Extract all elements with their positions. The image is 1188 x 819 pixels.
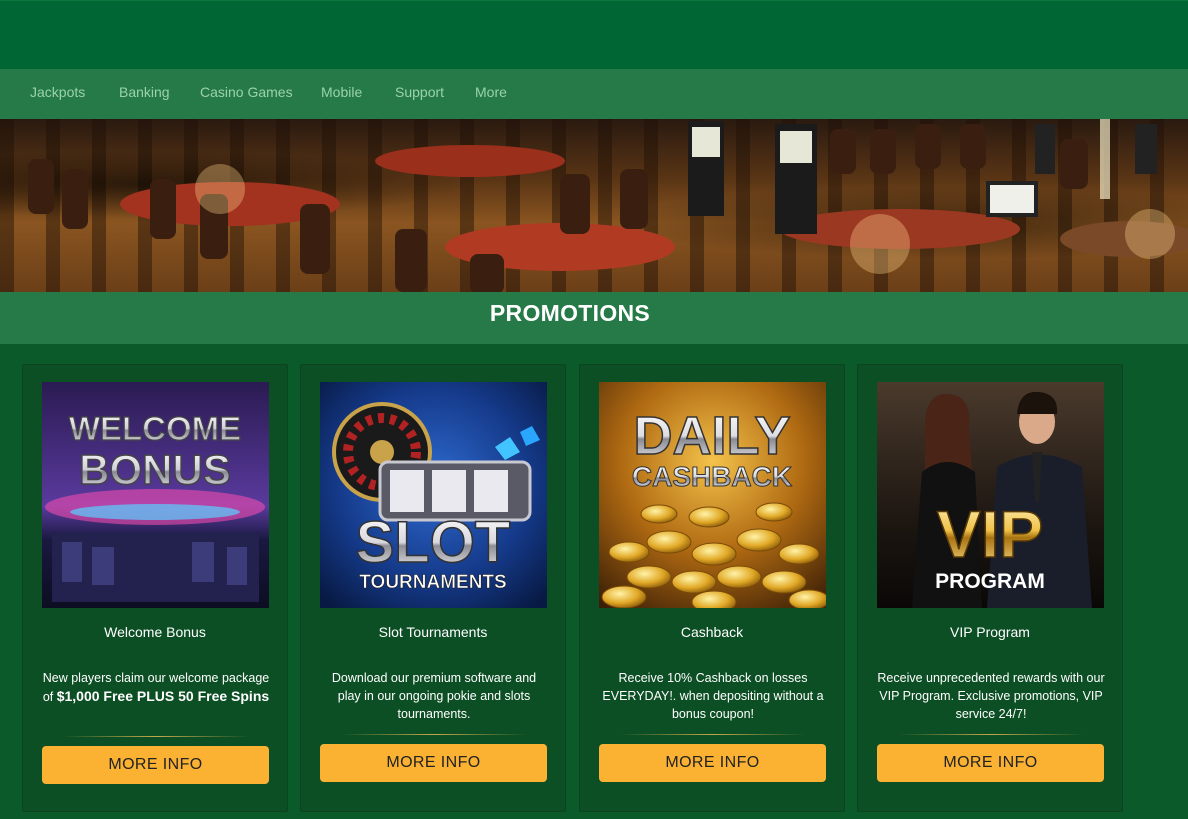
more-info-button[interactable]: MORE INFO — [42, 746, 269, 784]
card-description: Receive unprecedented rewards with our V… — [877, 671, 1105, 721]
slot-tournaments-image[interactable]: SLOT TOURNAMENTS — [320, 382, 547, 608]
top-header-bar — [0, 0, 1188, 69]
card-title: Welcome Bonus — [104, 624, 206, 640]
more-info-button[interactable]: MORE INFO — [320, 744, 547, 782]
nav-item-more[interactable]: More — [475, 69, 507, 119]
slot-tournaments-image-line1: SLOT — [356, 510, 511, 575]
nav-item-support[interactable]: Support — [395, 69, 444, 119]
card-title: Slot Tournaments — [378, 624, 488, 640]
card-title: Cashback — [680, 624, 744, 640]
welcome-bonus-image-line1: WELCOME — [69, 410, 241, 447]
card-divider — [341, 734, 527, 735]
card-title: VIP Program — [950, 624, 1030, 640]
card-description: New players claim our welcome package of… — [41, 669, 271, 706]
welcome-bonus-image[interactable]: WELCOME BONUS — [42, 382, 269, 608]
promo-card-vip-program: VIP PROGRAM VIP Program Receive unpreced… — [857, 364, 1123, 812]
card-divider — [620, 734, 806, 735]
daily-cashback-image-line2: CASHBACK — [632, 461, 792, 492]
main-nav: Jackpots Banking Casino Games Mobile Sup… — [0, 69, 1188, 119]
nav-item-casino-games[interactable]: Casino Games — [200, 69, 293, 119]
vip-program-image-line1: VIP — [937, 497, 1043, 571]
card-divider — [63, 736, 249, 737]
card-description: Download our premium software and play i… — [331, 671, 537, 721]
nav-item-banking[interactable]: Banking — [119, 69, 170, 119]
daily-cashback-image-line1: DAILY — [633, 406, 790, 466]
promotions-header: PROMOTIONS — [0, 292, 1188, 344]
welcome-bonus-image-line2: BONUS — [79, 446, 231, 493]
nav-item-jackpots[interactable]: Jackpots — [30, 69, 85, 119]
more-info-button[interactable]: MORE INFO — [599, 744, 826, 782]
vip-program-image-line2: PROGRAM — [935, 570, 1045, 593]
card-divider — [898, 734, 1084, 735]
vip-program-image[interactable]: VIP PROGRAM — [877, 382, 1104, 608]
promo-card-cashback: DAILY CASHBACK Cashback Receive 10% Cash… — [579, 364, 845, 812]
casino-floor-banner — [0, 119, 1188, 292]
nav-item-mobile[interactable]: Mobile — [321, 69, 362, 119]
card-description-highlight: $1,000 Free PLUS 50 Free Spins — [56, 688, 270, 704]
more-info-button[interactable]: MORE INFO — [877, 744, 1104, 782]
promo-card-welcome-bonus: WELCOME BONUS Welcome Bonus New players … — [22, 364, 288, 812]
promotions-heading: PROMOTIONS — [489, 300, 651, 326]
card-description: Receive 10% Cashback on losses EVERYDAY!… — [602, 671, 824, 721]
promo-card-slot-tournaments: SLOT TOURNAMENTS Slot Tournaments Downlo… — [300, 364, 566, 812]
daily-cashback-image[interactable]: DAILY CASHBACK — [599, 382, 826, 608]
slot-tournaments-image-line2: TOURNAMENTS — [359, 572, 506, 593]
